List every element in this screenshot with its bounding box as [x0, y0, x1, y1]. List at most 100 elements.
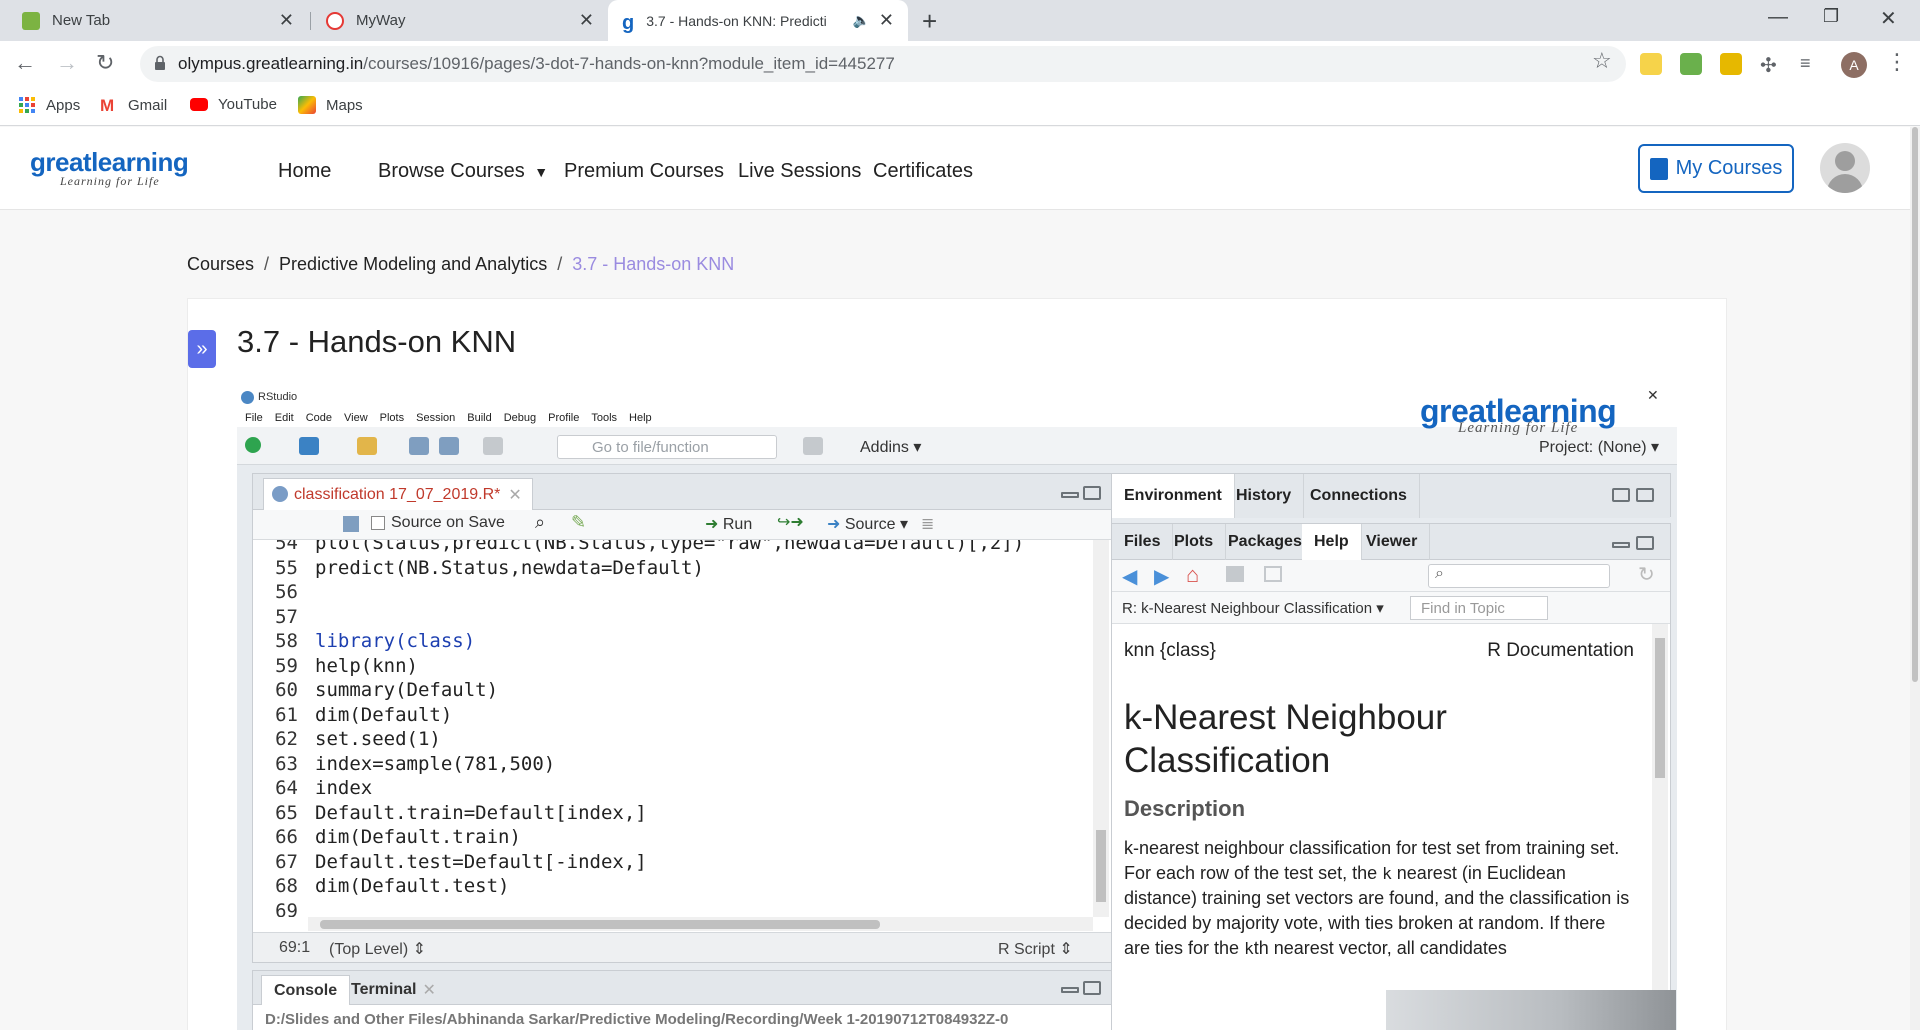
tab-packages[interactable]: Packages [1216, 524, 1315, 560]
code-line[interactable]: 62 set.seed(1) [253, 728, 441, 752]
extension-notes-icon[interactable] [1640, 53, 1662, 75]
save-all-icon[interactable] [439, 437, 459, 455]
save-icon[interactable] [409, 437, 429, 455]
code-line[interactable]: 65 Default.train=Default[index,] [253, 802, 647, 826]
forward-arrow-icon[interactable]: → [56, 50, 78, 76]
source-file-tab[interactable]: classification 17_07_2019.R* ✕ [263, 478, 533, 510]
rs-menu-build[interactable]: Build [467, 412, 491, 424]
maximize-pane-icon[interactable] [1636, 488, 1654, 502]
scrollbar-thumb[interactable] [320, 920, 880, 929]
source-button[interactable]: ➜ Source ▾ [827, 514, 908, 534]
nav-live-sessions[interactable]: Live Sessions [738, 160, 861, 183]
scrollbar-thumb[interactable] [1096, 830, 1106, 902]
maximize-pane-icon[interactable] [1083, 981, 1101, 995]
minimize-window-icon[interactable]: — [1768, 6, 1788, 29]
browser-tab-myway[interactable]: MyWay ✕ [312, 0, 608, 41]
code-line[interactable]: 54 plot(Status,predict(NB.Status,type="ra… [253, 540, 1024, 556]
tab-terminal[interactable]: Terminal ✕ [339, 975, 448, 1005]
bookmark-apps[interactable]: Apps [18, 96, 80, 114]
code-line[interactable]: 56 [253, 581, 315, 605]
minimize-pane-icon[interactable] [1061, 492, 1079, 498]
close-window-icon[interactable]: ✕ [1880, 6, 1897, 31]
minimize-pane-icon[interactable] [1061, 987, 1079, 993]
code-line[interactable]: 67 Default.test=Default[-index,] [253, 851, 647, 875]
close-tab-icon[interactable]: ✕ [579, 10, 594, 31]
close-terminal-icon[interactable]: ✕ [423, 980, 436, 1000]
nav-browse-courses[interactable]: Browse Courses ▼ [378, 160, 548, 183]
editor-horizontal-scrollbar[interactable] [308, 917, 1093, 931]
tab-history[interactable]: History [1224, 474, 1305, 518]
open-project-icon[interactable] [299, 437, 319, 455]
help-home-icon[interactable]: ⌂ [1186, 562, 1199, 588]
run-button[interactable]: ➜ Run [705, 514, 752, 534]
code-line[interactable]: 69 [253, 900, 315, 918]
code-line[interactable]: 61 dim(Default) [253, 704, 452, 728]
code-line[interactable]: 60 summary(Default) [253, 679, 498, 703]
rs-menu-profile[interactable]: Profile [548, 412, 579, 424]
open-file-icon[interactable] [357, 437, 377, 455]
restore-window-icon[interactable]: ❐ [1823, 6, 1839, 27]
bookmark-star-icon[interactable]: ☆ [1592, 48, 1612, 74]
rs-menu-session[interactable]: Session [416, 412, 455, 424]
extensions-puzzle-icon[interactable]: ✣ [1760, 53, 1782, 77]
expand-sidebar-button[interactable]: » [188, 330, 216, 368]
close-icon[interactable]: ✕ [1647, 387, 1659, 404]
code-line[interactable]: 68 dim(Default.test) [253, 875, 509, 899]
page-scrollbar[interactable] [1910, 127, 1920, 1030]
tab-environment[interactable]: Environment [1112, 474, 1235, 518]
save-file-icon[interactable] [343, 516, 359, 532]
scrollbar-thumb[interactable] [1655, 638, 1665, 778]
print-icon[interactable] [483, 437, 503, 455]
extension-sheets-icon[interactable] [1680, 53, 1702, 75]
tab-viewer[interactable]: Viewer [1354, 524, 1431, 560]
breadcrumb-course[interactable]: Predictive Modeling and Analytics [279, 254, 547, 275]
media-control-icon[interactable]: ≡ [1800, 53, 1822, 75]
code-line[interactable]: 55 predict(NB.Status,newdata=Default) [253, 557, 704, 581]
profile-avatar[interactable]: A [1841, 52, 1867, 78]
bookmark-maps[interactable]: Maps [298, 96, 363, 114]
close-file-icon[interactable]: ✕ [508, 485, 521, 505]
code-line[interactable]: 57 [253, 606, 315, 630]
help-popout-icon[interactable] [1264, 566, 1282, 582]
browser-tab-active[interactable]: g 3.7 - Hands-on KNN: Predicti 🔈 ✕ [608, 0, 908, 41]
find-in-topic-input[interactable]: Find in Topic [1410, 596, 1548, 620]
rs-menu-view[interactable]: View [344, 412, 368, 424]
close-tab-icon[interactable]: ✕ [279, 10, 294, 31]
outline-icon[interactable]: ≣ [921, 514, 934, 534]
greatlearning-logo[interactable]: greatlearning Learning for Life [30, 147, 189, 189]
go-to-file-input[interactable]: Go to file/function [557, 435, 777, 459]
maximize-pane-icon[interactable] [1083, 486, 1101, 500]
bookmark-gmail[interactable]: M Gmail [100, 96, 167, 115]
breadcrumb-courses[interactable]: Courses [187, 254, 254, 275]
address-bar[interactable]: olympus.greatlearning.in/courses/10916/p… [140, 46, 1626, 82]
reload-icon[interactable]: ↻ [96, 50, 114, 76]
help-back-icon[interactable]: ◀ [1122, 564, 1137, 589]
nav-certificates[interactable]: Certificates [873, 160, 973, 183]
help-scrollbar[interactable] [1652, 624, 1668, 1030]
bookmark-youtube[interactable]: YouTube [190, 96, 277, 113]
tab-connections[interactable]: Connections [1298, 474, 1420, 518]
help-print-icon[interactable] [1226, 566, 1244, 582]
chrome-menu-icon[interactable]: ⋮ [1886, 49, 1908, 75]
help-search-input[interactable]: ⌕ [1428, 564, 1610, 588]
restore-pane-icon[interactable] [1612, 488, 1630, 502]
scope-selector[interactable]: (Top Level) ⇕ [329, 939, 426, 959]
code-line[interactable]: 63 index=sample(781,500) [253, 753, 555, 777]
rs-menu-help[interactable]: Help [629, 412, 652, 424]
rs-menu-edit[interactable]: Edit [275, 412, 294, 424]
help-refresh-icon[interactable]: ↻ [1638, 562, 1655, 587]
rs-menu-tools[interactable]: Tools [591, 412, 617, 424]
code-editor[interactable]: 54 plot(Status,predict(NB.Status,type="ra… [253, 540, 1093, 917]
addins-menu[interactable]: Addins ▾ [860, 437, 921, 457]
rs-menu-debug[interactable]: Debug [504, 412, 536, 424]
tab-help[interactable]: Help [1302, 524, 1362, 560]
workspace-panes-icon[interactable] [803, 437, 823, 455]
speaker-icon[interactable]: 🔈 [853, 12, 870, 29]
help-topic-selector[interactable]: R: k-Nearest Neighbour Classification ▾ [1122, 599, 1384, 617]
rs-menu-plots[interactable]: Plots [380, 412, 404, 424]
help-forward-icon[interactable]: ▶ [1154, 564, 1169, 589]
my-courses-button[interactable]: My Courses [1638, 144, 1794, 193]
new-file-icon[interactable] [245, 437, 261, 453]
back-arrow-icon[interactable]: ← [14, 50, 36, 76]
magic-wand-icon[interactable]: ✎ [571, 512, 586, 533]
